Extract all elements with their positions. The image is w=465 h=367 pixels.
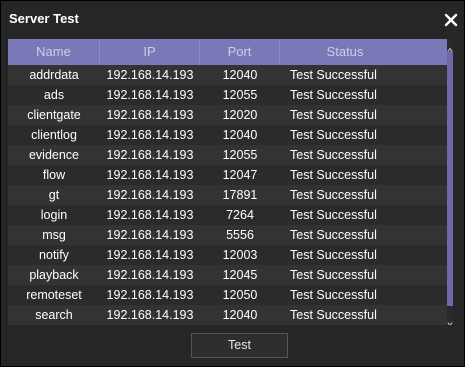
window-title: Server Test: [9, 11, 79, 26]
table-row[interactable]: search 192.168.14.193 12040 Test Successful: [8, 305, 447, 325]
table-row[interactable]: msg 192.168.14.193 5556 Test Successful: [8, 225, 447, 245]
table-row[interactable]: gt 192.168.14.193 17891 Test Successful: [8, 185, 447, 205]
server-port-cell: 12040: [222, 128, 258, 142]
title-bar: Server Test: [1, 1, 464, 39]
table-row[interactable]: evidence 192.168.14.193 12055 Test Successf…: [8, 145, 447, 165]
server-port-cell: 12047: [222, 168, 258, 182]
table-row[interactable]: playback 192.168.14.193 12045 Test Successf…: [8, 265, 447, 285]
server-ip-cell: 192.168.14.193: [106, 268, 194, 282]
server-ip-cell: 192.168.14.193: [106, 308, 194, 322]
server-ip-cell: 192.168.14.193: [106, 128, 194, 142]
server-status-cell: Test Successful: [290, 248, 377, 262]
server-status-cell: Test Successful: [290, 208, 377, 222]
server-status-cell: Test Successful: [290, 148, 377, 162]
server-status-cell: Test Successful: [290, 288, 377, 302]
table-row[interactable]: ads 192.168.14.193 12055 Test Successful: [8, 85, 447, 105]
server-name-cell: flow: [42, 168, 66, 182]
server-status-cell: Test Successful: [290, 188, 377, 202]
server-ip-cell: 192.168.14.193: [106, 188, 194, 202]
server-port-cell: 7264: [226, 208, 254, 222]
column-header-port[interactable]: Port: [200, 39, 280, 65]
server-status-cell: Test Successful: [290, 68, 377, 82]
scroll-down-button[interactable]: [447, 315, 453, 325]
server-name-cell: ads: [43, 88, 65, 102]
server-ip-cell: 192.168.14.193: [106, 88, 194, 102]
server-name-cell: clientgate: [27, 108, 81, 122]
server-port-cell: 12055: [222, 148, 258, 162]
server-name-cell: addrdata: [29, 68, 79, 82]
server-ip-cell: 192.168.14.193: [106, 108, 194, 122]
server-status-cell: Test Successful: [290, 308, 377, 322]
server-port-cell: 5556: [226, 228, 254, 242]
server-name-cell: msg: [42, 228, 66, 242]
server-name-cell: clientlog: [31, 128, 77, 142]
table-row[interactable]: clientlog 192.168.14.193 12040 Test Success…: [8, 125, 447, 145]
vertical-scrollbar[interactable]: [447, 39, 453, 325]
server-ip-cell: 192.168.14.193: [106, 208, 194, 222]
table-row[interactable]: notify 192.168.14.193 12003 Test Successful: [8, 245, 447, 265]
server-name-cell: search: [35, 308, 73, 322]
server-list-panel: Name IP Port Status addrdata 192.168.14.1…: [8, 39, 453, 325]
server-status-cell: Test Successful: [290, 228, 377, 242]
grid-header: Name IP Port Status: [8, 39, 447, 65]
table-row[interactable]: remoteset 192.168.14.193 12050 Test Success…: [8, 285, 447, 305]
server-port-cell: 12045: [222, 268, 258, 282]
column-header-ip[interactable]: IP: [100, 39, 200, 65]
server-test-dialog: Server Test Name IP Port Status addrdata…: [0, 0, 465, 367]
server-name-cell: playback: [29, 268, 79, 282]
server-name-cell: login: [40, 208, 68, 222]
table-row[interactable]: flow 192.168.14.193 12047 Test Successful: [8, 165, 447, 185]
server-port-cell: 17891: [222, 188, 258, 202]
server-rows: addrdata 192.168.14.193 12040 Test Successf…: [8, 65, 447, 325]
server-port-cell: 12050: [222, 288, 258, 302]
scroll-up-button[interactable]: [447, 41, 453, 52]
table-row[interactable]: clientgate 192.168.14.193 12020 Test Succes…: [8, 105, 447, 125]
server-port-cell: 12020: [222, 108, 258, 122]
server-ip-cell: 192.168.14.193: [106, 248, 194, 262]
dialog-footer: Test: [1, 325, 464, 366]
server-name-cell: gt: [48, 188, 60, 202]
server-status-cell: Test Successful: [290, 128, 377, 142]
server-status-cell: Test Successful: [290, 168, 377, 182]
test-button[interactable]: Test: [191, 333, 288, 358]
table-row[interactable]: login 192.168.14.193 7264 Test Successful: [8, 205, 447, 225]
column-header-status[interactable]: Status: [280, 39, 410, 65]
server-name-cell: remoteset: [26, 288, 82, 302]
column-header-name[interactable]: Name: [8, 39, 100, 65]
server-port-cell: 12040: [222, 308, 258, 322]
server-port-cell: 12040: [222, 68, 258, 82]
server-status-cell: Test Successful: [290, 108, 377, 122]
scrollbar-thumb[interactable]: [447, 51, 453, 306]
server-status-cell: Test Successful: [290, 268, 377, 282]
server-ip-cell: 192.168.14.193: [106, 148, 194, 162]
server-name-cell: evidence: [28, 148, 80, 162]
server-port-cell: 12055: [222, 88, 258, 102]
server-status-cell: Test Successful: [290, 88, 377, 102]
close-button[interactable]: [442, 9, 460, 31]
server-name-cell: notify: [39, 248, 69, 262]
server-ip-cell: 192.168.14.193: [106, 288, 194, 302]
close-icon: [444, 13, 458, 27]
server-ip-cell: 192.168.14.193: [106, 68, 194, 82]
server-port-cell: 12003: [222, 248, 258, 262]
server-ip-cell: 192.168.14.193: [106, 228, 194, 242]
table-row[interactable]: addrdata 192.168.14.193 12040 Test Successf…: [8, 65, 447, 85]
server-ip-cell: 192.168.14.193: [106, 168, 194, 182]
